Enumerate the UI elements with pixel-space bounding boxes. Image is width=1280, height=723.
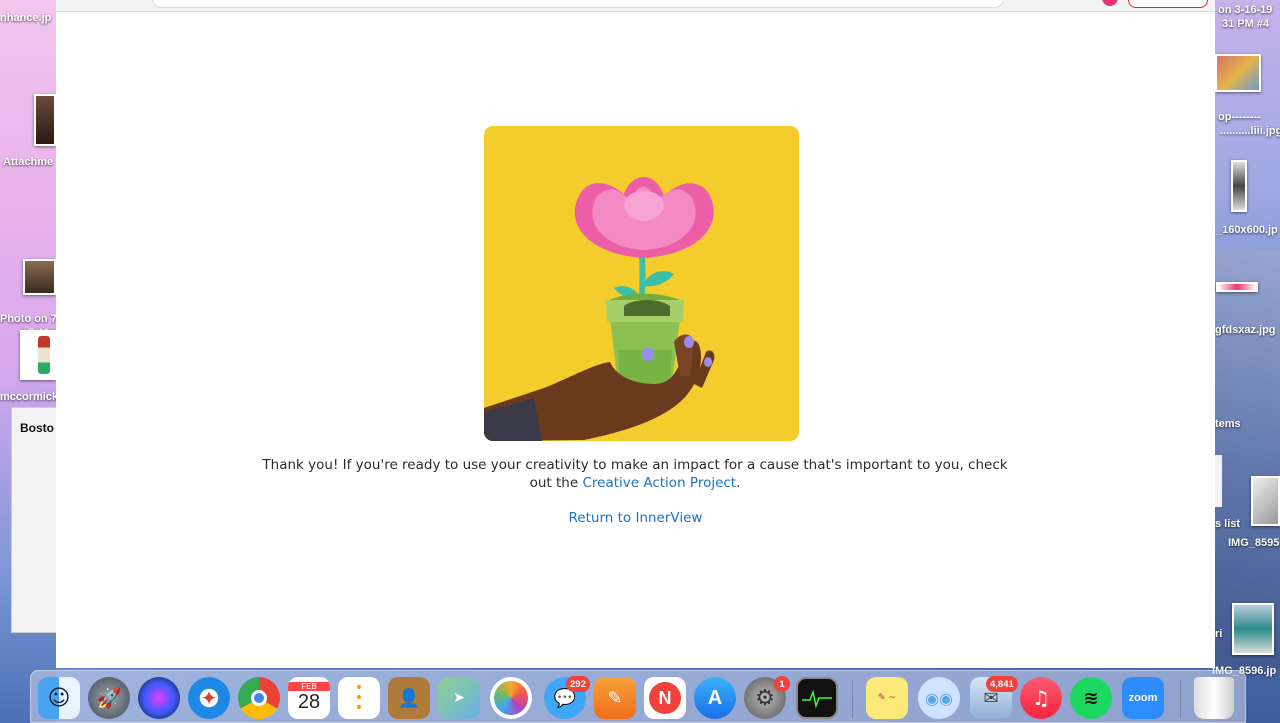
desktop-file-label[interactable]: ri bbox=[1215, 628, 1222, 640]
desktop-file-label[interactable]: tems bbox=[1215, 418, 1241, 430]
messages-badge: 292 bbox=[566, 676, 590, 692]
desktop-file-thumbnail[interactable] bbox=[1231, 160, 1247, 212]
desktop-file-label[interactable]: IMG_8595 bbox=[1228, 537, 1279, 549]
dock-separator bbox=[1180, 680, 1181, 718]
desktop-file-label[interactable]: mccormick bbox=[0, 391, 58, 403]
chrome-icon[interactable] bbox=[238, 677, 280, 719]
dock-separator bbox=[852, 680, 853, 718]
desktop-file-label[interactable]: ..........liii.jpg bbox=[1220, 125, 1280, 137]
desktop-file-label[interactable]: s list bbox=[1215, 518, 1240, 530]
calendar-icon[interactable]: FEB 28 bbox=[288, 677, 330, 719]
thank-you-illustration bbox=[484, 126, 799, 441]
reminders-icon[interactable]: • • • bbox=[338, 677, 380, 719]
return-to-innerview-link[interactable]: Return to InnerView bbox=[569, 510, 703, 526]
contacts-icon[interactable]: 👤 bbox=[388, 677, 430, 719]
desktop-file-thumbnail[interactable] bbox=[1216, 282, 1258, 292]
spotify-icon[interactable]: ≋ bbox=[1070, 677, 1112, 719]
calendar-day: 28 bbox=[297, 691, 321, 713]
stickies-icon[interactable]: ✎ ~ bbox=[866, 677, 908, 719]
desktop-file-thumbnail[interactable] bbox=[1215, 54, 1261, 92]
maps-icon[interactable]: ➤ bbox=[438, 677, 480, 719]
zoom-icon[interactable]: zoom bbox=[1122, 677, 1164, 719]
flower-pot-hand-icon bbox=[484, 176, 715, 441]
desktop-file-thumbnail[interactable] bbox=[1232, 603, 1274, 655]
browser-toolbar bbox=[56, 0, 1215, 12]
desktop-file-label[interactable]: gfdsxaz.jpg bbox=[1215, 324, 1276, 336]
update-button[interactable] bbox=[1128, 0, 1208, 8]
siri-icon[interactable] bbox=[138, 677, 180, 719]
desktop-file-label[interactable]: _160x600.jp bbox=[1216, 224, 1278, 236]
calendar-month: FEB bbox=[288, 682, 330, 691]
desktop-file-thumbnail[interactable] bbox=[34, 94, 56, 146]
zoom-label: zoom bbox=[1128, 692, 1158, 704]
desktop-file-label[interactable]: nhance.jp bbox=[0, 12, 51, 24]
browser-window: Thank you! If you're ready to use your c… bbox=[56, 0, 1215, 668]
mail-badge: 4,841 bbox=[986, 676, 1018, 692]
desktop-file-label[interactable]: on 3-16-19 bbox=[1218, 4, 1272, 16]
desktop-file-label[interactable]: Attachme bbox=[3, 156, 53, 168]
activity-monitor-icon[interactable] bbox=[796, 677, 838, 719]
news-icon[interactable]: N bbox=[644, 677, 686, 719]
address-bar[interactable] bbox=[152, 0, 1004, 8]
desktop-file-thumbnail[interactable] bbox=[23, 259, 56, 295]
system-preferences-badge: 1 bbox=[774, 676, 790, 692]
photos-icon[interactable] bbox=[490, 677, 532, 719]
launchpad-icon[interactable]: 🚀 bbox=[88, 677, 130, 719]
music-icon[interactable]: ♫ bbox=[1020, 677, 1062, 719]
message-text-end: . bbox=[736, 475, 741, 491]
desktop-file-thumbnail[interactable] bbox=[1251, 476, 1280, 526]
thank-you-message: Thank you! If you're ready to use your c… bbox=[256, 456, 1014, 492]
profile-avatar-icon[interactable] bbox=[1102, 0, 1118, 6]
creative-action-project-link[interactable]: Creative Action Project bbox=[582, 475, 736, 491]
desktop-file-label[interactable]: Photo on 7 bbox=[0, 313, 57, 325]
background-window-title: Bosto bbox=[20, 421, 54, 435]
activity-graph-icon bbox=[802, 689, 832, 708]
background-window bbox=[11, 407, 61, 633]
desktop-file-thumbnail[interactable] bbox=[20, 330, 56, 380]
mask-app-icon[interactable]: ◉◉ bbox=[918, 677, 960, 719]
desktop-file-label[interactable]: 31 PM #4 bbox=[1222, 18, 1269, 30]
trash-icon[interactable] bbox=[1194, 677, 1234, 719]
safari-icon[interactable]: ✦ bbox=[188, 677, 230, 719]
pages-icon[interactable]: ✎ bbox=[594, 677, 636, 719]
desktop-file-label[interactable]: op-------- bbox=[1218, 111, 1261, 123]
finder-icon[interactable]: ☺ bbox=[38, 677, 80, 719]
return-link-container: Return to InnerView bbox=[56, 510, 1215, 526]
app-store-icon[interactable]: A bbox=[694, 677, 736, 719]
